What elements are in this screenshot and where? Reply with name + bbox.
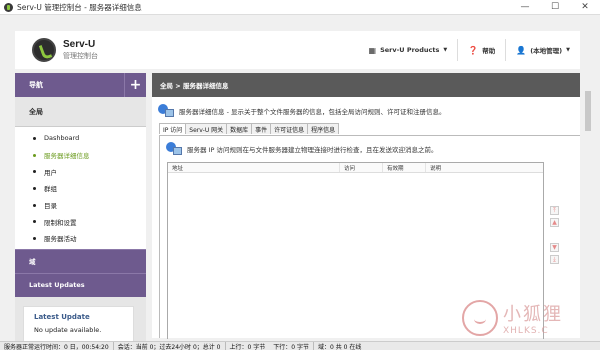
sidebar-item-activity[interactable]: 服务器活动 bbox=[15, 230, 146, 247]
network-icon bbox=[166, 142, 182, 156]
tab-bar: IP 访问 Serv-U 网关 数据库 事件 许可证信息 程序信息 bbox=[152, 123, 580, 134]
products-label: Serv-U Products bbox=[380, 46, 440, 54]
domains-status: 域：0 共 0 在线 bbox=[317, 343, 362, 350]
download-status: 下行：0 字节 bbox=[273, 343, 309, 350]
close-button[interactable]: ✕ bbox=[570, 0, 600, 15]
sidebar-section-updates[interactable]: Latest Updates bbox=[15, 272, 146, 297]
sidebar-section-global[interactable]: 全局 bbox=[15, 97, 146, 127]
watermark-text: 小狐狸 XHLKS.C bbox=[503, 300, 563, 336]
updates-label: Latest Updates bbox=[29, 281, 85, 290]
user-menu[interactable]: 👤 (本地管理) ▼ bbox=[506, 39, 580, 61]
upload-status: 上行：0 字节 bbox=[229, 343, 266, 350]
tab-program-info[interactable]: 程序信息 bbox=[307, 123, 340, 134]
sidebar-section-domain[interactable]: 域 bbox=[15, 248, 146, 273]
global-label: 全局 bbox=[29, 107, 43, 116]
sidebar-item-groups[interactable]: 群组 bbox=[15, 180, 146, 197]
panel-description: 服务器 IP 访问规则在与文件服务器建立物理连接时进行检查，且在发送欢迎消息之前… bbox=[160, 136, 580, 156]
sessions-status: 会话：当前 0；过去24小时 0；总计 0 bbox=[117, 343, 221, 350]
grid-icon: ▦ bbox=[368, 45, 377, 55]
tab-gateway[interactable]: Serv-U 网关 bbox=[185, 123, 228, 134]
tab-database[interactable]: 数据库 bbox=[226, 123, 253, 134]
tab-license[interactable]: 许可证信息 bbox=[270, 123, 309, 134]
sidebar-item-label: 群组 bbox=[44, 185, 57, 194]
user-icon: 👤 bbox=[516, 45, 527, 55]
chevron-down-icon: ▼ bbox=[443, 47, 448, 53]
sidebar-item-label: 服务器活动 bbox=[44, 235, 77, 244]
latest-update-title: Latest Update bbox=[34, 312, 90, 321]
brand-subtitle: 管理控制台 bbox=[63, 52, 98, 60]
maximize-button[interactable]: ☐ bbox=[540, 0, 570, 15]
latest-update-box: Latest Update No update available. bbox=[23, 305, 134, 346]
sidebar-item-label: 服务器详细信息 bbox=[44, 152, 90, 161]
minimize-button[interactable]: — bbox=[510, 0, 540, 15]
sidebar-item-directories[interactable]: 目录 bbox=[15, 197, 146, 214]
header-actions: ▦ Serv-U Products ▼ ❓ 帮助 👤 (本地管理) ▼ bbox=[359, 31, 581, 69]
window-controls: — ☐ ✕ bbox=[510, 0, 600, 15]
nav-header: 导航 + bbox=[15, 73, 146, 97]
sidebar-item-label: 目录 bbox=[44, 202, 57, 211]
panel-description-text: 服务器 IP 访问规则在与文件服务器建立物理连接时进行检查，且在发送欢迎消息之前… bbox=[187, 146, 438, 154]
sidebar-item-users[interactable]: 用户 bbox=[15, 163, 146, 180]
window-titlebar: Serv-U 管理控制台 - 服务器详细信息 — ☐ ✕ bbox=[0, 0, 600, 15]
table-tools: ⤒ ▲ ▼ ⤓ bbox=[550, 206, 562, 267]
brand-name: Serv-U bbox=[63, 39, 96, 50]
fox-logo-icon bbox=[462, 300, 498, 336]
watermark-small: XHLKS.C bbox=[503, 326, 549, 336]
table-header: 地址 访问 有效期 说明 bbox=[168, 163, 543, 173]
sidebar-item-dashboard[interactable]: Dashboard bbox=[15, 130, 146, 147]
sidebar-item-label: Dashboard bbox=[44, 134, 80, 143]
bullet-icon bbox=[33, 203, 36, 207]
help-button[interactable]: ❓ 帮助 bbox=[458, 39, 505, 61]
sidebar-item-server-details[interactable]: 服务器详细信息 bbox=[15, 147, 146, 164]
uptime-status: 服务器正常运行时间：0 日，00:54:20 bbox=[4, 343, 109, 350]
add-icon[interactable]: + bbox=[124, 73, 146, 97]
app-header: Serv-U 管理控制台 ▦ Serv-U Products ▼ ❓ 帮助 👤 … bbox=[15, 31, 580, 69]
bullet-icon bbox=[33, 236, 36, 240]
watermark: 小狐狸 XHLKS.C bbox=[462, 296, 600, 340]
latest-update-value: No update available. bbox=[34, 325, 102, 334]
column-access[interactable]: 访问 bbox=[340, 163, 383, 172]
sidebar-item-limits[interactable]: 限制和设置 bbox=[15, 213, 146, 230]
move-top-icon[interactable]: ⤒ bbox=[550, 206, 559, 215]
domain-label: 域 bbox=[29, 258, 36, 267]
column-description[interactable]: 说明 bbox=[426, 163, 543, 172]
bullet-icon bbox=[33, 220, 36, 224]
updates-panel: Latest Update No update available. bbox=[15, 296, 146, 346]
sidebar-item-label: 用户 bbox=[44, 168, 57, 177]
move-bottom-icon[interactable]: ⤓ bbox=[550, 255, 559, 264]
tab-events[interactable]: 事件 bbox=[251, 123, 272, 134]
user-label: (本地管理) bbox=[530, 47, 563, 55]
breadcrumb: 全局 > 服务器详细信息 bbox=[152, 73, 580, 97]
tab-ip-access[interactable]: IP 访问 bbox=[159, 123, 187, 134]
move-down-icon[interactable]: ▼ bbox=[550, 243, 559, 252]
move-up-icon[interactable]: ▲ bbox=[550, 218, 559, 227]
help-icon: ❓ bbox=[468, 45, 479, 55]
bullet-icon bbox=[33, 153, 36, 157]
products-menu[interactable]: ▦ Serv-U Products ▼ bbox=[359, 39, 458, 61]
watermark-big: 小狐狸 bbox=[503, 304, 563, 325]
sidebar: 导航 + 全局 Dashboard 服务器详细信息 用户 群组 目录 限制和设置… bbox=[15, 73, 146, 346]
column-expires[interactable]: 有效期 bbox=[383, 163, 426, 172]
brand: Serv-U 管理控制台 bbox=[63, 39, 98, 61]
window-title: Serv-U 管理控制台 - 服务器详细信息 bbox=[17, 2, 142, 12]
sidebar-list: Dashboard 服务器详细信息 用户 群组 目录 限制和设置 服务器活动 bbox=[15, 127, 146, 249]
help-label: 帮助 bbox=[482, 47, 496, 55]
nav-label: 导航 bbox=[29, 81, 43, 89]
bullet-icon bbox=[33, 186, 36, 190]
status-bar: 服务器正常运行时间：0 日，00:54:20 会话：当前 0；过去24小时 0；… bbox=[0, 341, 600, 350]
chevron-down-icon: ▼ bbox=[566, 47, 570, 53]
sidebar-item-label: 限制和设置 bbox=[44, 218, 77, 227]
scrollbar-thumb[interactable] bbox=[585, 91, 591, 131]
page-description: 服务器详细信息 - 显示关于整个文件服务器的信息，包括全局访问规则、许可证和注册… bbox=[152, 97, 580, 119]
app-icon bbox=[4, 2, 13, 12]
bullet-icon bbox=[33, 136, 36, 140]
bullet-icon bbox=[33, 170, 36, 174]
network-icon bbox=[158, 103, 174, 118]
description-text: 服务器详细信息 - 显示关于整个文件服务器的信息，包括全局访问规则、许可证和注册… bbox=[179, 107, 446, 116]
servu-logo-icon bbox=[32, 38, 56, 62]
column-address[interactable]: 地址 bbox=[168, 163, 340, 172]
